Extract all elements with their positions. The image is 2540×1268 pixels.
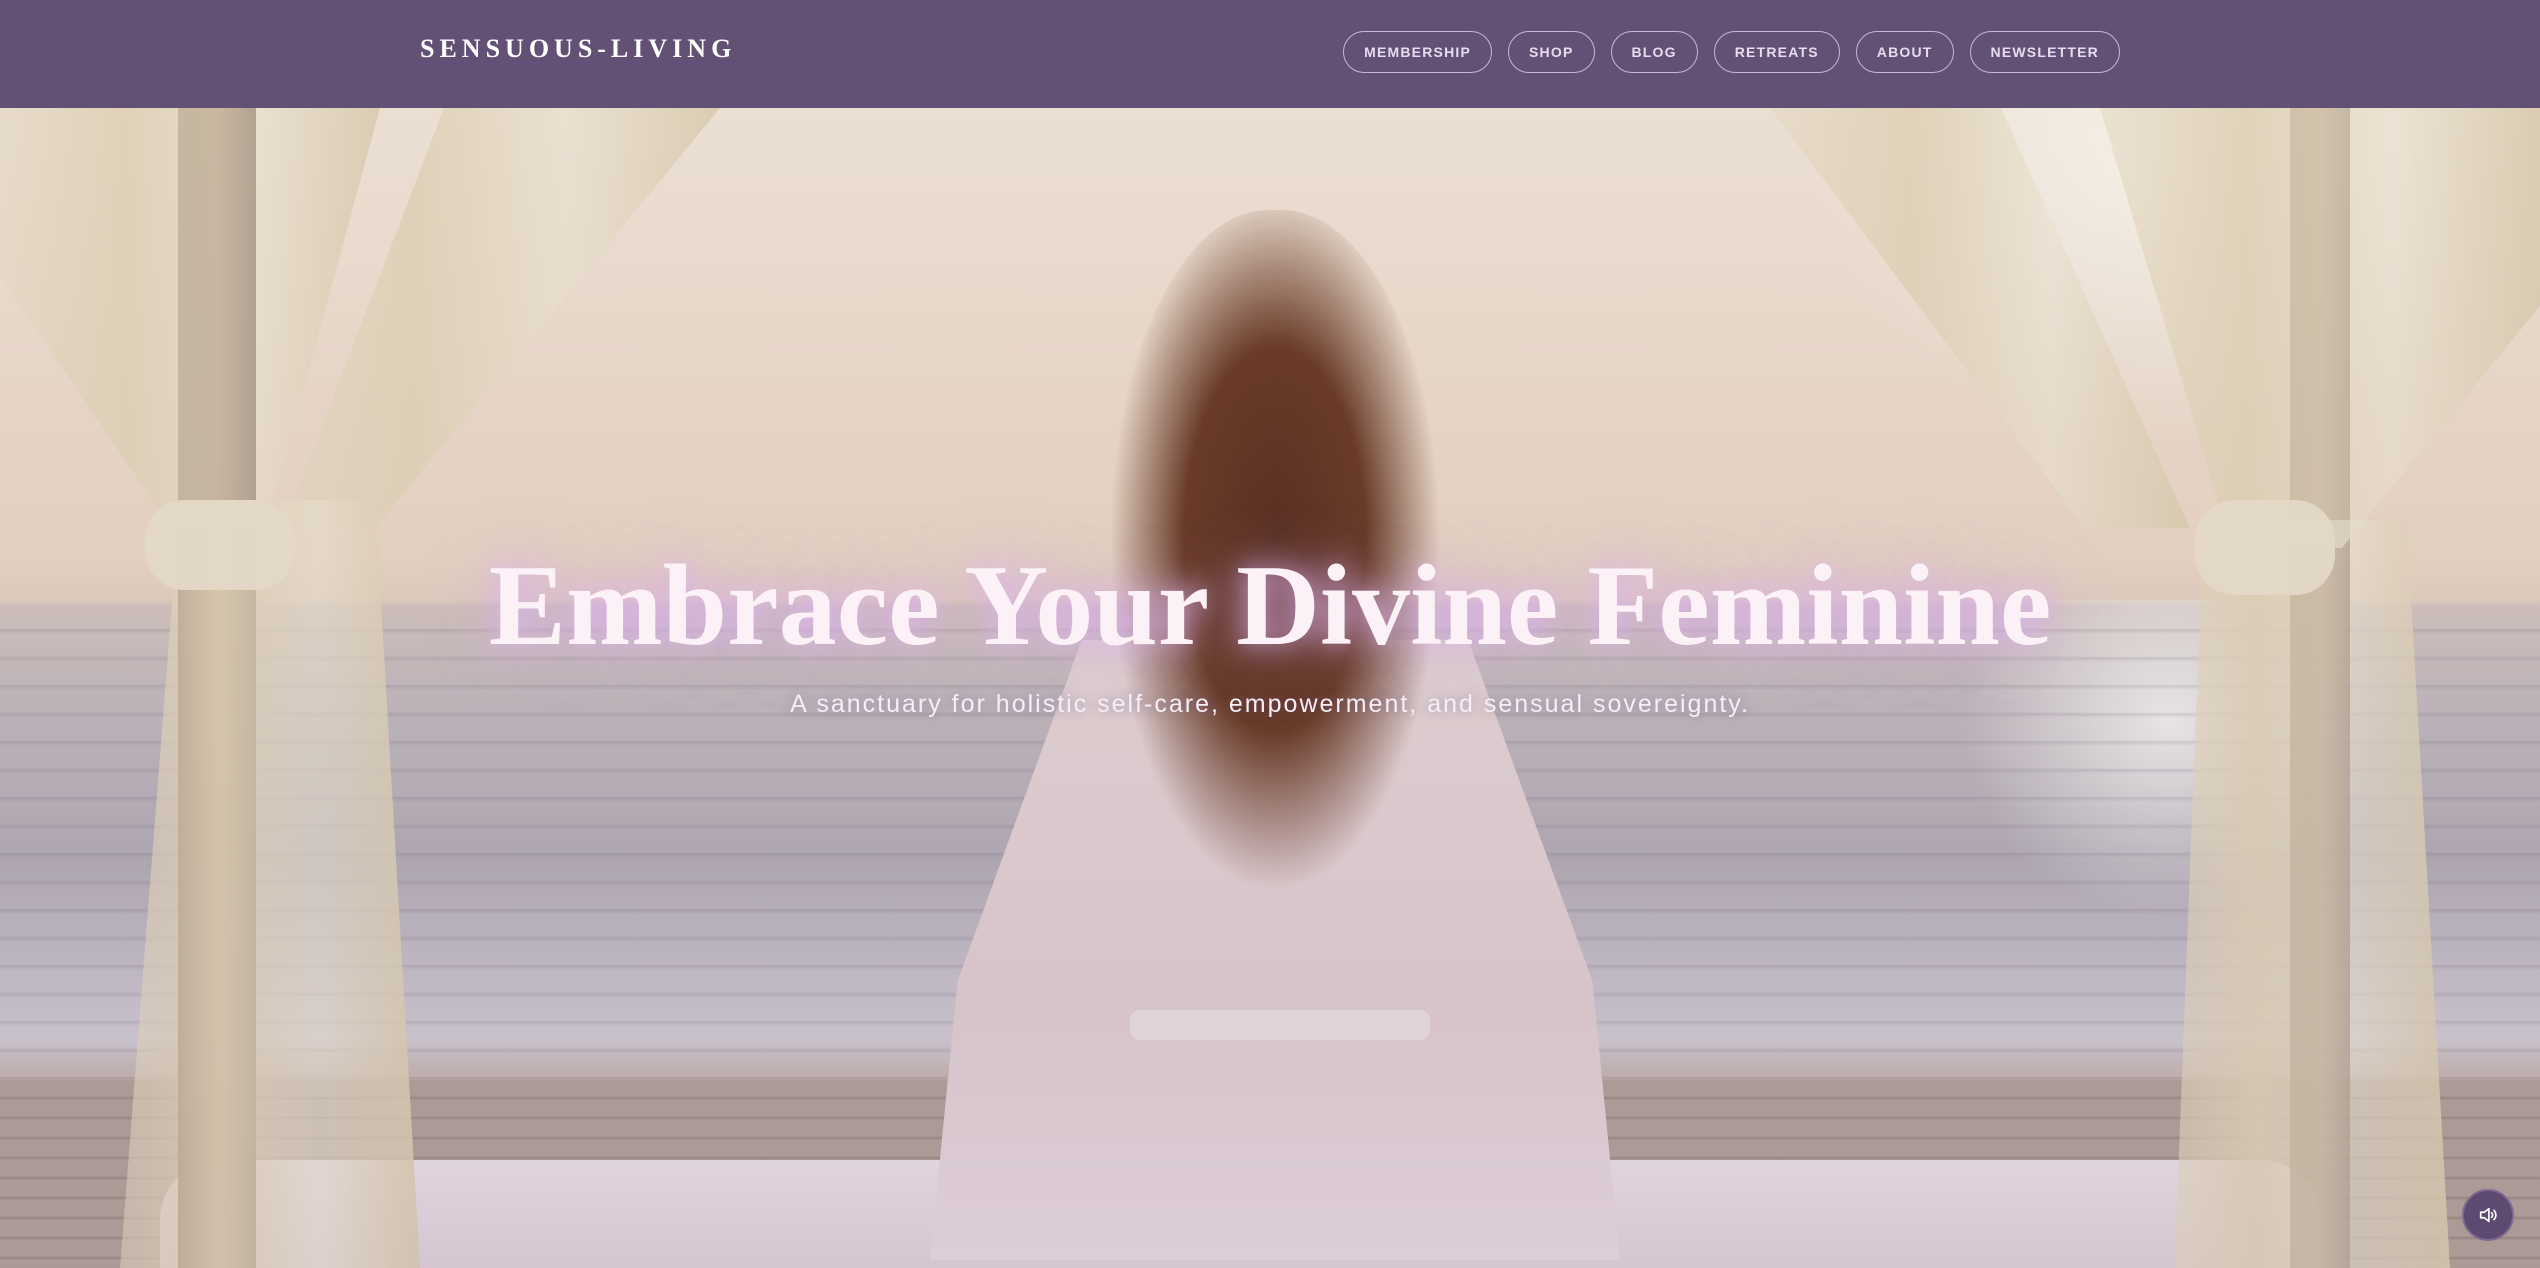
nav-membership[interactable]: MEMBERSHIP <box>1343 31 1493 73</box>
nav-newsletter[interactable]: NEWSLETTER <box>1969 31 2120 73</box>
nav-blog[interactable]: BLOG <box>1610 31 1698 73</box>
nav-retreats[interactable]: RETREATS <box>1713 31 1840 73</box>
page: SENSUOUS-LIVING MEMBERSHIP SHOP BLOG RET… <box>0 0 2540 1268</box>
main-nav: MEMBERSHIP SHOP BLOG RETREATS ABOUT NEWS… <box>1343 31 2120 73</box>
speaker-volume-icon <box>2479 1207 2497 1223</box>
nav-shop[interactable]: SHOP <box>1508 31 1595 73</box>
hero-title: Embrace Your Divine Feminine <box>488 542 2052 670</box>
sound-toggle-button[interactable] <box>2462 1189 2514 1241</box>
hero-subtitle: A sanctuary for holistic self-care, empo… <box>790 690 1750 718</box>
brand-logo[interactable]: SENSUOUS-LIVING <box>420 34 736 64</box>
top-navbar: SENSUOUS-LIVING MEMBERSHIP SHOP BLOG RET… <box>0 0 2540 108</box>
nav-about[interactable]: ABOUT <box>1855 31 1954 73</box>
